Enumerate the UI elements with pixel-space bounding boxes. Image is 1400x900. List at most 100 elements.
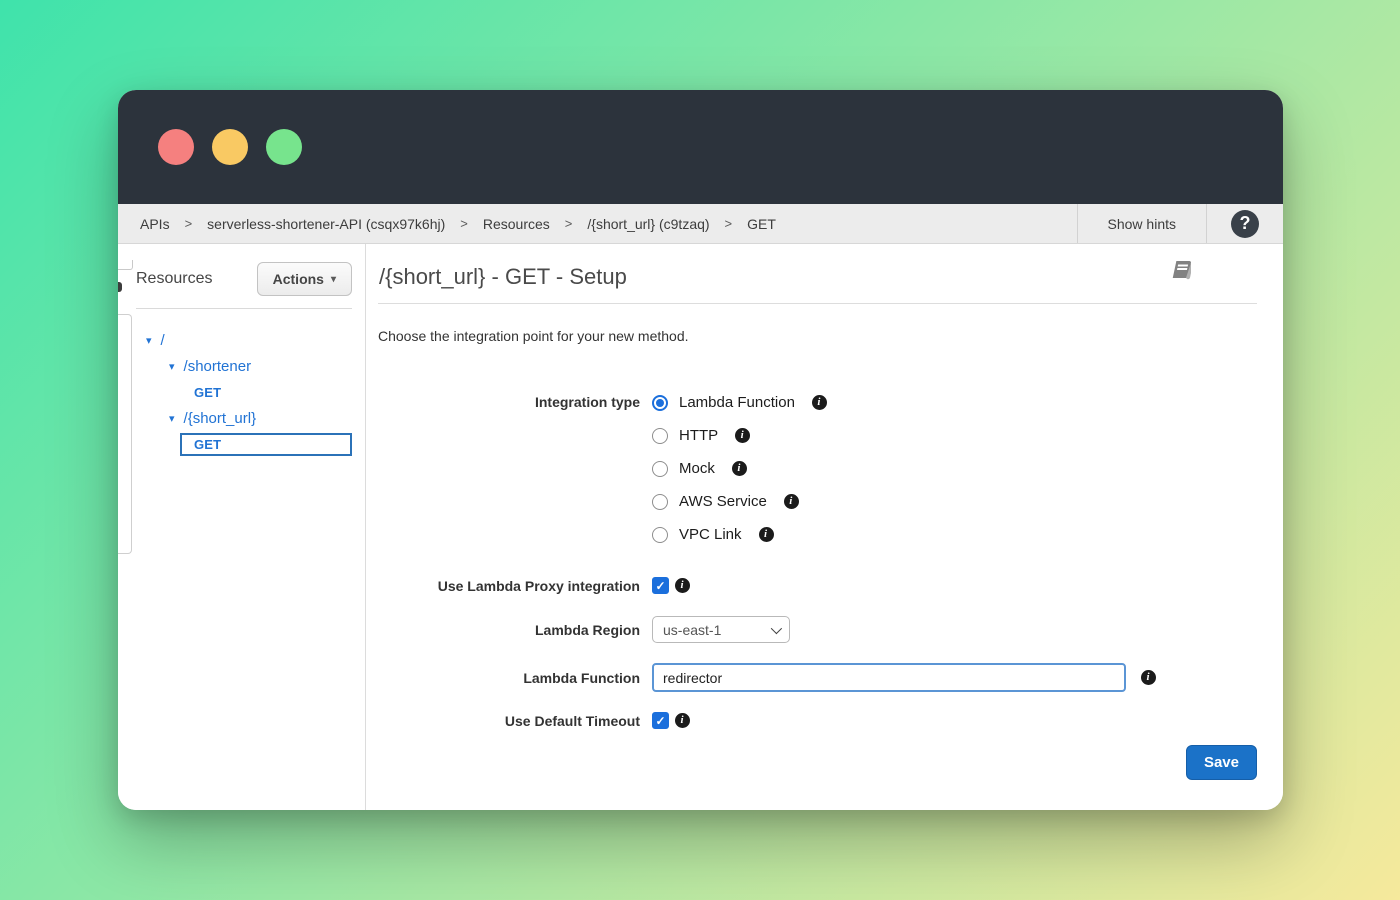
tree-item-root[interactable]: ▾ / <box>132 327 365 353</box>
setup-panel: /{short_url} - GET - Setup Choose the in… <box>366 244 1283 810</box>
radio-dot <box>656 465 664 473</box>
sidebar-header: Resources Actions ▾ <box>132 258 365 308</box>
breadcrumb-resources[interactable]: Resources <box>483 216 550 232</box>
timeout-row: Use Default Timeout ✓ i <box>378 712 1257 729</box>
info-icon[interactable]: i <box>675 713 690 728</box>
radio-icon[interactable] <box>652 527 668 543</box>
info-icon[interactable]: i <box>732 461 747 476</box>
tree-item-short-url-get[interactable]: GET <box>132 432 365 457</box>
tree-item-label: GET <box>194 385 221 400</box>
integration-type-label: Integration type <box>378 386 640 410</box>
radio-dot <box>656 531 664 539</box>
chevron-down-icon <box>771 622 782 633</box>
breadcrumb-separator: > <box>565 216 573 231</box>
check-icon: ✓ <box>655 715 665 727</box>
caret-down-icon[interactable]: ▾ <box>169 412 175 425</box>
title-divider <box>378 303 1257 304</box>
function-label: Lambda Function <box>378 670 640 686</box>
integration-option-label: VPC Link <box>679 526 742 543</box>
radio-icon[interactable] <box>652 461 668 477</box>
integration-option-lambda[interactable]: Lambda Function i <box>652 386 827 419</box>
breadcrumb-resource-id[interactable]: /{short_url} (c9tzaq) <box>587 216 709 232</box>
close-window-icon[interactable] <box>158 129 194 165</box>
show-hints-button[interactable]: Show hints <box>1077 204 1207 243</box>
integration-type-options: Lambda Function i HTTP i Mock i <box>652 386 827 551</box>
timeout-label: Use Default Timeout <box>378 713 640 729</box>
actions-button-label: Actions <box>273 271 324 287</box>
integration-option-label: HTTP <box>679 427 718 444</box>
setup-form: Integration type Lambda Function i HTTP … <box>378 386 1257 780</box>
proxy-label: Use Lambda Proxy integration <box>378 578 640 594</box>
help-button-wrap: ? <box>1207 204 1283 243</box>
integration-option-mock[interactable]: Mock i <box>652 452 747 485</box>
breadcrumb-separator: > <box>725 216 733 231</box>
integration-option-vpc-link[interactable]: VPC Link i <box>652 518 774 551</box>
browser-window: APIs > serverless-shortener-API (csqx97k… <box>118 90 1283 810</box>
resources-sidebar: Resources Actions ▾ ▾ / ▾ /shortener <box>132 244 366 810</box>
lambda-region-select[interactable]: us-east-1 <box>652 616 790 643</box>
breadcrumb-separator: > <box>185 216 193 231</box>
info-icon[interactable]: i <box>812 395 827 410</box>
integration-option-label: AWS Service <box>679 493 767 510</box>
region-row: Lambda Region us-east-1 <box>378 616 1257 643</box>
info-icon[interactable]: i <box>675 578 690 593</box>
window-titlebar <box>118 90 1283 204</box>
integration-type-row: Integration type Lambda Function i HTTP … <box>378 386 1257 551</box>
tree-item-label: /shortener <box>184 358 252 375</box>
radio-icon[interactable] <box>652 395 668 411</box>
setup-description: Choose the integration point for your ne… <box>378 328 1257 344</box>
sidebar-title: Resources <box>136 270 212 288</box>
tree-item-shortener-get[interactable]: GET <box>132 380 365 405</box>
info-icon[interactable]: i <box>1141 670 1156 685</box>
lambda-region-value: us-east-1 <box>663 622 721 638</box>
caret-down-icon: ▾ <box>331 274 336 285</box>
radio-icon[interactable] <box>652 428 668 444</box>
info-icon[interactable]: i <box>759 527 774 542</box>
breadcrumb-method[interactable]: GET <box>747 216 776 232</box>
check-icon: ✓ <box>655 580 665 592</box>
maximize-window-icon[interactable] <box>266 129 302 165</box>
info-icon[interactable]: i <box>784 494 799 509</box>
help-icon[interactable]: ? <box>1231 210 1259 238</box>
tree-item-label: / <box>161 332 165 349</box>
clipped-panel-edge <box>118 314 132 554</box>
save-row: Save <box>378 745 1257 780</box>
integration-option-label: Mock <box>679 460 715 477</box>
proxy-row: Use Lambda Proxy integration ✓ i <box>378 577 1257 594</box>
actions-button[interactable]: Actions ▾ <box>257 262 352 296</box>
tree-item-short-url[interactable]: ▾ /{short_url} <box>132 405 365 431</box>
breadcrumb-separator: > <box>460 216 468 231</box>
function-row: Lambda Function i <box>378 663 1257 692</box>
tree-item-shortener[interactable]: ▾ /shortener <box>132 353 365 379</box>
method-box: GET <box>180 381 352 404</box>
integration-option-label: Lambda Function <box>679 394 795 411</box>
lambda-function-input[interactable] <box>652 663 1126 692</box>
caret-down-icon[interactable]: ▾ <box>146 334 152 347</box>
clipped-panel-icon <box>118 282 122 292</box>
resource-tree: ▾ / ▾ /shortener GET ▾ /{short_url} <box>132 309 365 457</box>
tree-item-label: GET <box>194 437 221 452</box>
region-label: Lambda Region <box>378 622 640 638</box>
radio-dot <box>656 432 664 440</box>
integration-option-http[interactable]: HTTP i <box>652 419 750 452</box>
minimize-window-icon[interactable] <box>212 129 248 165</box>
caret-down-icon[interactable]: ▾ <box>169 360 175 373</box>
radio-dot <box>656 498 664 506</box>
breadcrumb-api-name[interactable]: serverless-shortener-API (csqx97k6hj) <box>207 216 445 232</box>
book-icon[interactable] <box>1165 258 1191 287</box>
method-box: GET <box>180 433 352 456</box>
tree-item-label: /{short_url} <box>184 410 257 427</box>
breadcrumb: APIs > serverless-shortener-API (csqx97k… <box>140 216 776 232</box>
save-button[interactable]: Save <box>1186 745 1257 780</box>
proxy-checkbox[interactable]: ✓ <box>652 577 669 594</box>
radio-dot <box>656 399 664 407</box>
clipped-panel-edge <box>118 260 133 270</box>
clipped-left-panel <box>118 244 132 810</box>
breadcrumb-apis[interactable]: APIs <box>140 216 170 232</box>
integration-option-aws-service[interactable]: AWS Service i <box>652 485 799 518</box>
info-icon[interactable]: i <box>735 428 750 443</box>
timeout-checkbox[interactable]: ✓ <box>652 712 669 729</box>
radio-icon[interactable] <box>652 494 668 510</box>
content-area: Resources Actions ▾ ▾ / ▾ /shortener <box>118 244 1283 810</box>
breadcrumb-right-tools: Show hints ? <box>1077 204 1283 243</box>
